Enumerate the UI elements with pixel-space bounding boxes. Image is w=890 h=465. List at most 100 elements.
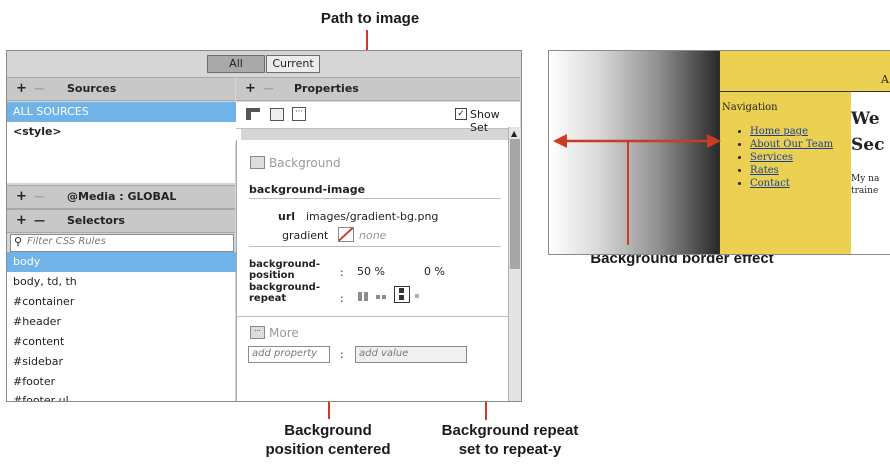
css-designer-panel: All Current + — Sources ALL SOURCES <sty…	[6, 50, 522, 402]
callout-bg-position-line1: Background	[284, 422, 372, 439]
bg-position-label-1: background-	[249, 259, 320, 270]
more-divider	[237, 316, 509, 317]
properties-content: Background background-image url images/g…	[236, 140, 509, 401]
nav-item: Contact	[750, 177, 833, 190]
bg-repeat-colon: :	[340, 292, 344, 305]
url-value[interactable]: images/gradient-bg.png	[306, 210, 438, 223]
remove-property-icon[interactable]: —	[263, 78, 274, 100]
gradient-label: gradient	[282, 229, 329, 242]
preview-header-text: A	[881, 73, 889, 86]
remove-media-icon[interactable]: —	[34, 186, 45, 208]
selector-item[interactable]: #content	[7, 332, 241, 352]
add-selector-icon[interactable]: +	[16, 210, 27, 232]
nav-item: Home page	[750, 125, 833, 138]
media-header: + — @Media : GLOBAL	[7, 185, 235, 209]
add-property-icon[interactable]: +	[245, 78, 256, 100]
callout-bg-repeat-line1: Background repeat	[441, 422, 579, 439]
source-item-all[interactable]: ALL SOURCES	[7, 102, 241, 122]
nav-link-home[interactable]: Home page	[750, 126, 808, 137]
properties-title: Properties	[294, 82, 359, 95]
add-source-icon[interactable]: +	[16, 78, 27, 100]
bg-position-label-2: position	[249, 270, 295, 281]
repeat-y-icon[interactable]	[394, 286, 410, 303]
repeat-icon[interactable]	[358, 292, 369, 301]
gradient-value: none	[359, 229, 387, 242]
text-category-icon[interactable]	[270, 108, 284, 121]
filter-placeholder: Filter CSS Rules	[27, 236, 106, 247]
callout-bg-repeat-line2: set to repeat-y	[458, 441, 562, 458]
bg-repeat-label-1: background-	[249, 282, 320, 293]
selector-item[interactable]: body, td, th	[7, 272, 241, 292]
remove-source-icon[interactable]: —	[34, 78, 45, 100]
add-property-input[interactable]: add property	[248, 346, 330, 363]
nav-link-about[interactable]: About Our Team	[750, 139, 833, 150]
callout-background-repeat: Background repeat set to repeat-y	[420, 421, 600, 459]
gradient-swatch-icon[interactable]	[338, 227, 354, 242]
preview-sidebar: Navigation Home page About Our Team Serv…	[719, 92, 852, 254]
nav-item: About Our Team	[750, 138, 833, 151]
content-heading-2: Sec	[851, 135, 885, 155]
preview-header: A	[719, 51, 890, 92]
selector-item[interactable]: #container	[7, 292, 241, 312]
bg-position-y-value[interactable]: 0 %	[424, 265, 445, 278]
callout-path-to-image: Path to image	[320, 10, 420, 27]
sources-title: Sources	[67, 82, 117, 95]
no-repeat-icon[interactable]	[415, 294, 419, 298]
add-property-placeholder: add property	[252, 348, 318, 359]
scroll-up-arrow-icon[interactable]: ▲	[511, 129, 517, 138]
bg-position-colon: :	[340, 266, 344, 279]
nav-link-contact[interactable]: Contact	[750, 178, 790, 189]
preview-content: We Sec My na traine	[851, 92, 890, 254]
source-item-style[interactable]: <style>	[7, 122, 241, 142]
add-value-input[interactable]: add value	[355, 346, 467, 363]
remove-selector-icon[interactable]: —	[34, 210, 45, 232]
properties-scrollbar[interactable]: ▲	[508, 127, 521, 401]
repeat-x-icon[interactable]	[376, 295, 387, 299]
callout-background-position: Background position centered	[248, 421, 408, 459]
scrollbar-thumb[interactable]	[510, 139, 520, 269]
add-media-icon[interactable]: +	[16, 186, 27, 208]
layout-category-icon[interactable]	[246, 108, 260, 120]
add-value-placeholder: add value	[359, 348, 409, 359]
content-text-1: My na	[851, 174, 880, 184]
selectors-list: body body, td, th #container #header #co…	[7, 252, 241, 401]
selector-item[interactable]: body	[7, 252, 241, 272]
callout-bg-position-line2: position centered	[265, 441, 391, 458]
repeat-y-icon-fill	[399, 288, 404, 301]
background-image-divider	[249, 198, 501, 199]
content-text-2: traine	[851, 186, 879, 196]
selector-item[interactable]: #header	[7, 312, 241, 332]
add-row-colon: :	[340, 348, 344, 361]
selectors-filter[interactable]: ⚲ Filter CSS Rules	[10, 234, 234, 252]
bg-position-label: background- position	[249, 259, 320, 281]
sources-list-bg	[7, 142, 235, 183]
bg-position-x-value[interactable]: 50 %	[357, 265, 385, 278]
background-section-label: Background	[269, 156, 341, 170]
more-section-label: More	[269, 326, 299, 340]
content-heading-1: We	[851, 109, 880, 129]
search-icon: ⚲	[14, 235, 23, 248]
selectors-title: Selectors	[67, 214, 125, 227]
media-title: @Media : GLOBAL	[67, 190, 177, 203]
more-section-icon: ···	[250, 326, 265, 339]
selector-item[interactable]: #footer ul	[7, 392, 241, 401]
selector-item[interactable]: #footer	[7, 372, 241, 392]
bg-repeat-label: background- repeat	[249, 282, 320, 304]
nav-item: Rates	[750, 164, 833, 177]
more-category-icon[interactable]: ···	[292, 107, 306, 121]
url-label: url	[278, 210, 296, 223]
show-set-checkbox[interactable]: ✓	[455, 108, 467, 120]
selector-item[interactable]: #sidebar	[7, 352, 241, 372]
tab-all[interactable]: All	[207, 55, 265, 73]
nav-link-rates[interactable]: Rates	[750, 165, 779, 176]
nav-item: Services	[750, 151, 833, 164]
nav-heading: Navigation	[722, 102, 778, 113]
properties-toolbar: ··· ✓ Show Set	[236, 102, 520, 134]
nav-list: Home page About Our Team Services Rates …	[720, 125, 833, 190]
tab-current[interactable]: Current	[266, 55, 320, 73]
background-section-icon	[250, 156, 265, 169]
nav-link-services[interactable]: Services	[750, 152, 793, 163]
background-image-label: background-image	[249, 183, 366, 196]
bg-repeat-label-2: repeat	[249, 293, 287, 304]
border-effect-arrow	[553, 134, 721, 245]
